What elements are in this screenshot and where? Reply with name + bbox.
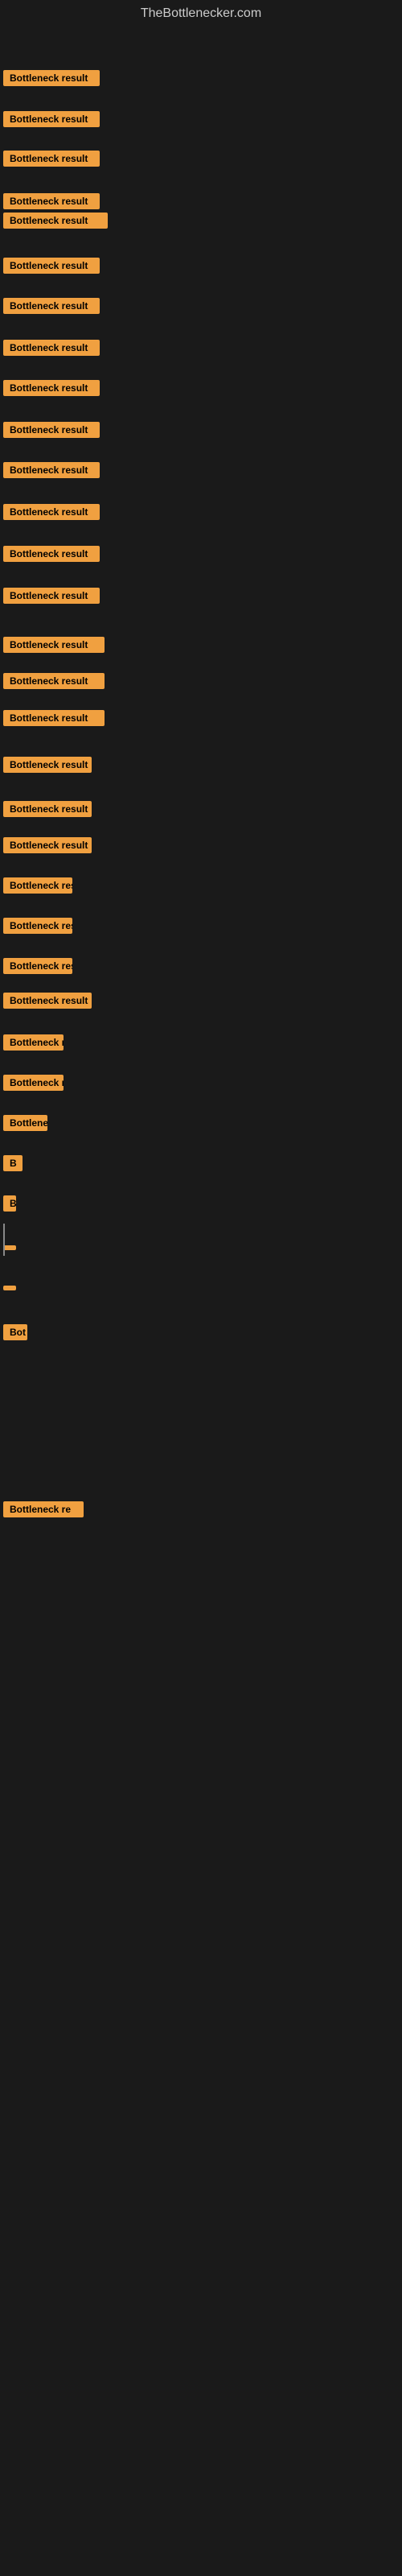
bottleneck-badge-13[interactable]: Bottleneck result [3,546,100,562]
result-row-29: B [3,1195,16,1216]
bottleneck-badge-36[interactable]: Bottleneck re [3,1501,84,1517]
bottleneck-badge-17[interactable]: Bottleneck result [3,710,105,726]
result-row-22: Bottleneck result [3,918,72,938]
bottleneck-badge-4[interactable]: Bottleneck result [3,193,100,209]
bottleneck-badge-16[interactable]: Bottleneck result [3,673,105,689]
result-row-21: Bottleneck result [3,877,72,898]
result-row-10: Bottleneck result [3,422,100,442]
bottleneck-badge-14[interactable]: Bottleneck result [3,588,100,604]
bottleneck-badge-15[interactable]: Bottleneck result [3,637,105,653]
result-row-32: Bot [3,1324,27,1344]
result-row-2: Bottleneck result [3,111,100,131]
bottleneck-badge-20[interactable]: Bottleneck result [3,837,92,853]
result-row-1: Bottleneck result [3,70,100,90]
result-row-14: Bottleneck result [3,588,100,608]
result-row-31 [3,1280,16,1294]
result-row-17: Bottleneck result [3,710,105,730]
bottleneck-badge-18[interactable]: Bottleneck result [3,757,92,773]
result-row-26: Bottleneck result [3,1075,64,1095]
bottleneck-badge-12[interactable]: Bottleneck result [3,504,100,520]
result-row-30 [3,1240,16,1254]
result-row-5: Bottleneck result [3,213,108,233]
result-row-18: Bottleneck result [3,757,92,777]
bottleneck-badge-19[interactable]: Bottleneck result [3,801,92,817]
bottleneck-badge-31[interactable] [3,1286,16,1290]
result-row-16: Bottleneck result [3,673,105,693]
result-row-19: Bottleneck result [3,801,92,821]
result-row-36: Bottleneck re [3,1501,84,1521]
result-row-6: Bottleneck result [3,258,100,278]
bottleneck-badge-6[interactable]: Bottleneck result [3,258,100,274]
result-row-28: B [3,1155,23,1175]
result-row-11: Bottleneck result [3,462,100,482]
result-row-15: Bottleneck result [3,637,105,657]
result-row-25: Bottleneck result [3,1034,64,1055]
bottleneck-badge-25[interactable]: Bottleneck result [3,1034,64,1051]
bottleneck-badge-7[interactable]: Bottleneck result [3,298,100,314]
bottleneck-badge-21[interactable]: Bottleneck result [3,877,72,894]
bottleneck-badge-8[interactable]: Bottleneck result [3,340,100,356]
result-row-8: Bottleneck result [3,340,100,360]
bottleneck-badge-32[interactable]: Bot [3,1324,27,1340]
bottleneck-badge-29[interactable]: B [3,1195,16,1212]
bottleneck-badge-2[interactable]: Bottleneck result [3,111,100,127]
bottleneck-badge-27[interactable]: Bottleneck result [3,1115,47,1131]
bottleneck-badge-28[interactable]: B [3,1155,23,1171]
vertical-line [3,1224,5,1256]
bottleneck-badge-30[interactable] [3,1245,16,1250]
result-row-7: Bottleneck result [3,298,100,318]
result-row-4: Bottleneck result [3,193,100,213]
bottleneck-badge-10[interactable]: Bottleneck result [3,422,100,438]
bottleneck-badge-23[interactable]: Bottleneck result [3,958,72,974]
result-row-20: Bottleneck result [3,837,92,857]
result-row-3: Bottleneck result [3,151,100,171]
result-row-23: Bottleneck result [3,958,72,978]
bottleneck-badge-11[interactable]: Bottleneck result [3,462,100,478]
result-row-9: Bottleneck result [3,380,100,400]
bottleneck-badge-1[interactable]: Bottleneck result [3,70,100,86]
bottleneck-badge-22[interactable]: Bottleneck result [3,918,72,934]
bottleneck-badge-3[interactable]: Bottleneck result [3,151,100,167]
result-row-12: Bottleneck result [3,504,100,524]
bottleneck-badge-24[interactable]: Bottleneck result [3,993,92,1009]
bottleneck-badge-9[interactable]: Bottleneck result [3,380,100,396]
result-row-24: Bottleneck result [3,993,92,1013]
result-row-13: Bottleneck result [3,546,100,566]
bottleneck-badge-26[interactable]: Bottleneck result [3,1075,64,1091]
bottleneck-badge-5[interactable]: Bottleneck result [3,213,108,229]
site-title: TheBottlenecker.com [0,0,402,24]
result-row-27: Bottleneck result [3,1115,47,1135]
